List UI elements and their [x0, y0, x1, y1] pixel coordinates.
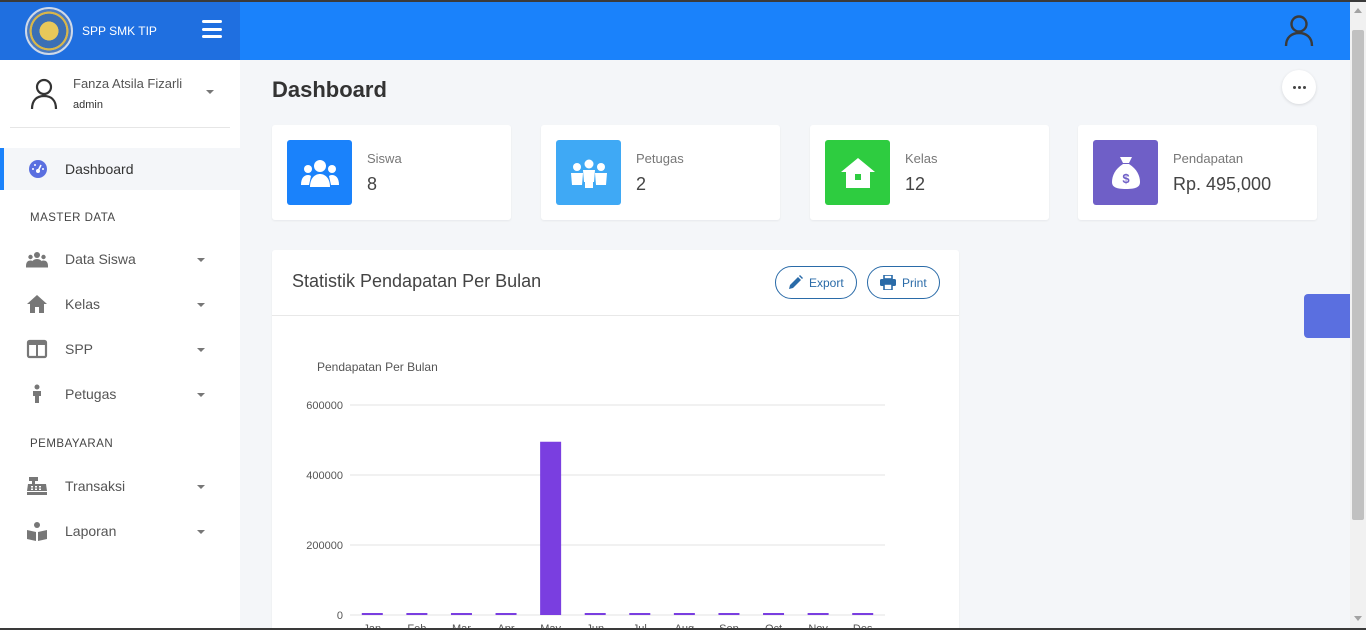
svg-text:$: $ — [1122, 171, 1130, 186]
panel-header: Statistik Pendapatan Per Bulan Export Pr… — [272, 250, 959, 316]
floating-settings-tab[interactable] — [1304, 294, 1350, 338]
scrollbar-thumb[interactable] — [1352, 30, 1364, 520]
section-master-data: MASTER DATA — [30, 212, 116, 224]
chevron-down-icon — [197, 393, 205, 397]
bar — [763, 613, 785, 615]
print-button[interactable]: Print — [867, 266, 940, 299]
sidebar-item-spp[interactable]: SPP — [0, 329, 240, 369]
card-label: Siswa — [367, 151, 402, 166]
sidebar-item-dashboard[interactable]: Dashboard — [0, 148, 240, 190]
card-value: Rp. 495,000 — [1173, 174, 1272, 194]
revenue-chart-panel: Statistik Pendapatan Per Bulan Export Pr… — [272, 250, 959, 630]
bar — [629, 613, 651, 615]
scroll-down-arrow-icon[interactable] — [1354, 616, 1362, 621]
home-icon — [27, 295, 47, 313]
y-tick-label: 400000 — [306, 470, 343, 482]
sidebar-item-transaksi[interactable]: Transaksi — [0, 466, 240, 506]
card-value: 8 — [367, 174, 378, 194]
home-icon — [825, 140, 890, 205]
card-label: Pendapatan — [1173, 151, 1244, 166]
chevron-down-icon — [197, 258, 205, 262]
school-logo — [25, 7, 73, 55]
page-scrollbar[interactable] — [1350, 2, 1366, 630]
table-icon — [26, 339, 48, 359]
pencil-icon — [789, 275, 803, 289]
sidebar-item-label: Petugas — [65, 386, 117, 402]
people-group-icon — [556, 140, 621, 205]
sidebar-item-data-siswa[interactable]: Data Siswa — [0, 239, 240, 279]
bar — [495, 613, 517, 615]
cash-register-icon — [27, 477, 47, 495]
chevron-down-icon — [197, 303, 205, 307]
users-icon — [26, 252, 48, 268]
users-icon — [287, 140, 352, 205]
sidebar-item-petugas[interactable]: Petugas — [0, 374, 240, 414]
section-pembayaran: PEMBAYARAN — [30, 438, 114, 450]
bar — [361, 613, 383, 615]
page-title: Dashboard — [272, 77, 387, 102]
chevron-down-icon — [197, 348, 205, 352]
user-avatar-icon — [30, 78, 58, 110]
user-role: admin — [73, 99, 103, 111]
bar — [450, 613, 472, 615]
bar — [584, 613, 606, 615]
y-tick-label: 0 — [337, 610, 343, 622]
stat-card-siswa: Siswa 8 — [272, 125, 511, 220]
sidebar-item-laporan[interactable]: Laporan — [0, 511, 240, 551]
user-name: Fanza Atsila Fizarli — [73, 76, 183, 91]
user-profile[interactable]: Fanza Atsila Fizarli admin — [10, 60, 230, 128]
y-tick-label: 600000 — [306, 400, 343, 412]
hamburger-menu-icon[interactable] — [202, 20, 222, 38]
revenue-bar-chart: 0200000400000600000Jan Feb Mar Apr May Jun Jul… — [306, 400, 885, 630]
main-content: Dashboard Siswa 8 Petugas 2 Kelas 12 $ P… — [240, 60, 1350, 630]
chevron-down-icon — [197, 485, 205, 489]
chevron-down-icon[interactable] — [206, 90, 214, 94]
bar — [673, 613, 695, 615]
book-reader-icon — [27, 522, 47, 541]
chart-title: Pendapatan Per Bulan — [317, 360, 438, 374]
top-navbar — [240, 2, 1350, 60]
card-label: Petugas — [636, 151, 684, 166]
sidebar: Fanza Atsila Fizarli admin Dashboard MAS… — [0, 60, 240, 630]
tachometer-icon — [29, 160, 47, 178]
y-tick-label: 200000 — [306, 540, 343, 552]
person-icon — [33, 384, 41, 403]
sidebar-item-label: SPP — [65, 341, 94, 357]
panel-title: Statistik Pendapatan Per Bulan — [292, 271, 542, 291]
sidebar-item-label: Transaksi — [65, 478, 126, 494]
export-button[interactable]: Export — [775, 266, 857, 299]
sidebar-item-kelas[interactable]: Kelas — [0, 284, 240, 324]
bar — [540, 441, 562, 615]
brand-bar: SPP SMK TIP — [0, 2, 240, 60]
scroll-up-arrow-icon[interactable] — [1354, 8, 1362, 13]
stat-card-kelas: Kelas 12 — [810, 125, 1049, 220]
sidebar-item-label: Laporan — [65, 523, 117, 539]
user-account-icon[interactable] — [1284, 15, 1314, 47]
bar — [406, 613, 428, 615]
card-value: 12 — [905, 174, 926, 194]
stat-card-pendapatan: $ Pendapatan Rp. 495,000 — [1078, 125, 1317, 220]
chevron-down-icon — [197, 530, 205, 534]
money-bag-icon: $ — [1093, 140, 1158, 205]
sidebar-item-label: Dashboard — [65, 161, 134, 177]
sidebar-item-label: Data Siswa — [65, 251, 136, 267]
print-label: Print — [902, 275, 927, 290]
card-label: Kelas — [905, 151, 938, 166]
card-value: 2 — [636, 174, 647, 194]
more-options-button[interactable] — [1282, 70, 1316, 104]
stat-card-petugas: Petugas 2 — [541, 125, 780, 220]
bar — [852, 613, 874, 615]
bar — [807, 613, 829, 615]
brand-title: SPP SMK TIP — [82, 24, 157, 38]
printer-icon — [880, 275, 896, 290]
export-label: Export — [809, 275, 844, 290]
bar — [718, 613, 740, 615]
sidebar-item-label: Kelas — [65, 296, 101, 312]
